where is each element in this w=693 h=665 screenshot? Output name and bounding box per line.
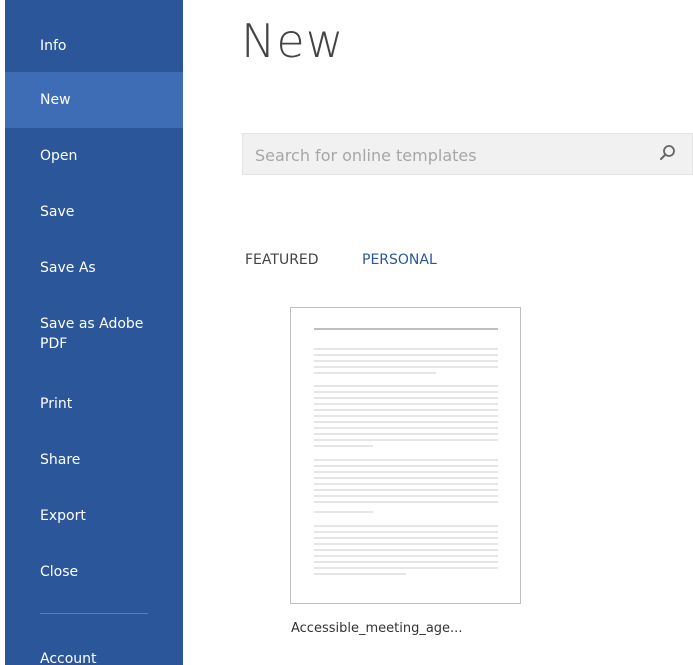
tab-featured[interactable]: FEATURED [245, 250, 319, 270]
sidebar-item-save[interactable]: Save [5, 184, 183, 240]
sidebar-item-close[interactable]: Close [5, 544, 183, 600]
backstage-view: Info New Open Save Save As Save as Adobe… [0, 0, 693, 665]
sidebar-item-info[interactable]: Info [5, 18, 183, 74]
sidebar-item-label: Export [40, 508, 86, 524]
sidebar-item-label: Info [40, 38, 67, 54]
sidebar-item-share[interactable]: Share [5, 432, 183, 488]
template-name[interactable]: Accessible_meeting_age... [291, 620, 462, 638]
sidebar-item-label: Save [40, 204, 75, 220]
sidebar-item-save-as-adobe-pdf[interactable]: Save as Adobe PDF [5, 296, 183, 372]
tab-personal[interactable]: PERSONAL [362, 250, 437, 270]
sidebar-item-label: Close [40, 564, 79, 580]
sidebar-item-label: New [40, 92, 71, 108]
sidebar-item-label: Save as Adobe PDF [40, 316, 144, 352]
template-search-box [242, 133, 693, 176]
sidebar-item-label: Save As [40, 260, 96, 276]
sidebar-item-label: Print [40, 396, 73, 412]
sidebar-divider [40, 613, 148, 614]
sidebar-item-label: Account [40, 651, 97, 665]
sidebar-item-account[interactable]: Account [40, 649, 97, 665]
sidebar-item-label: Open [40, 148, 78, 164]
template-preview-thumbnail [291, 308, 520, 603]
search-icon [659, 144, 677, 166]
sidebar-item-print[interactable]: Print [5, 376, 183, 432]
template-tile[interactable] [290, 307, 521, 604]
sidebar-item-new[interactable]: New [5, 72, 183, 128]
search-input[interactable] [243, 134, 657, 176]
sidebar-item-export[interactable]: Export [5, 488, 183, 544]
page-title: New [241, 14, 345, 68]
backstage-sidebar: Info New Open Save Save As Save as Adobe… [5, 0, 183, 665]
sidebar-item-save-as[interactable]: Save As [5, 240, 183, 296]
sidebar-item-open[interactable]: Open [5, 128, 183, 184]
sidebar-item-label: Share [40, 452, 81, 468]
search-button[interactable] [656, 143, 680, 167]
